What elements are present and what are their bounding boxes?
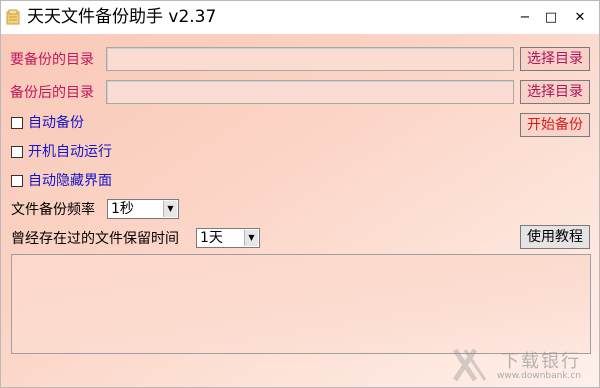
retention-select[interactable]: 1天 ▼: [196, 228, 260, 248]
chevron-down-icon[interactable]: ▼: [163, 201, 177, 217]
close-button[interactable]: ✕: [566, 1, 594, 34]
source-dir-field[interactable]: [106, 47, 514, 71]
app-window: 天天文件备份助手 v2.37 − □ ✕ 要备份的目录 选择目录 备份后的目录 …: [0, 0, 600, 388]
auto-hide-label[interactable]: 自动隐藏界面: [28, 172, 112, 190]
tutorial-button[interactable]: 使用教程: [520, 225, 590, 249]
app-icon: [6, 9, 20, 25]
minimize-button[interactable]: −: [511, 1, 539, 34]
close-icon: ✕: [574, 10, 586, 25]
target-dir-label: 备份后的目录: [10, 85, 94, 101]
maximize-icon: □: [544, 10, 558, 25]
retention-value: 1天: [200, 230, 223, 246]
auto-hide-checkbox[interactable]: [11, 175, 23, 187]
frequency-select[interactable]: 1秒 ▼: [107, 199, 179, 219]
select-source-dir-button[interactable]: 选择目录: [520, 47, 590, 71]
source-dir-label: 要备份的目录: [10, 52, 94, 68]
log-textarea[interactable]: [11, 254, 591, 354]
autostart-label[interactable]: 开机自动运行: [28, 143, 112, 161]
auto-backup-label[interactable]: 自动备份: [28, 114, 84, 132]
watermark-text: 下载银行: [501, 351, 581, 372]
frequency-value: 1秒: [111, 201, 134, 217]
target-dir-field[interactable]: [106, 80, 514, 104]
autostart-checkbox[interactable]: [11, 146, 23, 158]
auto-backup-checkbox[interactable]: [11, 117, 23, 129]
start-backup-button[interactable]: 开始备份: [520, 113, 590, 137]
title-bar[interactable]: 天天文件备份助手 v2.37 − □ ✕: [1, 1, 599, 34]
maximize-button[interactable]: □: [537, 1, 565, 34]
select-target-dir-button[interactable]: 选择目录: [520, 80, 590, 104]
chevron-down-icon[interactable]: ▼: [244, 230, 258, 246]
watermark-url: www.downbank.cn: [497, 371, 582, 381]
minimize-icon: −: [519, 10, 531, 25]
retention-label: 曾经存在过的文件保留时间: [11, 231, 179, 247]
window-title: 天天文件备份助手 v2.37: [27, 7, 217, 27]
frequency-label: 文件备份频率: [11, 202, 95, 218]
